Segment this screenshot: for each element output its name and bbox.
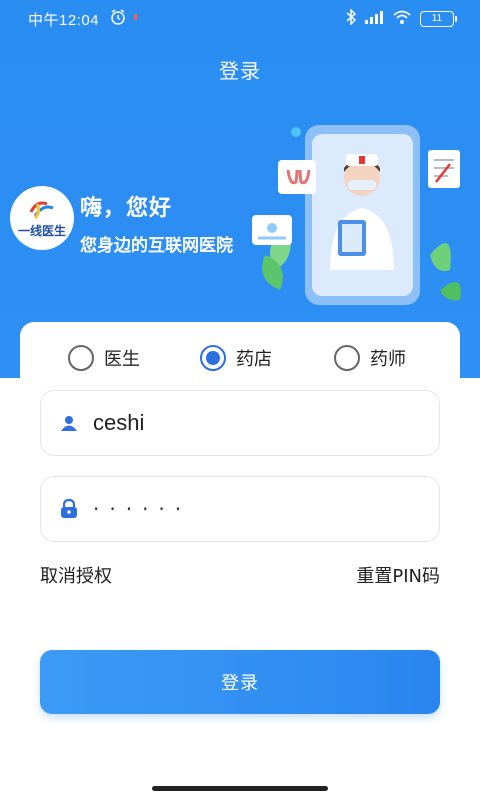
login-card: 医生 药店 药师 ceshi ······ 取消授权 重置PIN码 登录 <box>20 322 460 782</box>
logo-text: 一线医生 <box>17 223 66 238</box>
subtitle-text: 您身边的互联网医院 <box>80 236 233 256</box>
lock-icon <box>59 499 79 519</box>
app-logo: 一线医生 <box>10 186 74 250</box>
nurse-illustration <box>250 120 470 310</box>
logo-mark-icon <box>29 201 54 219</box>
role-label-pharmacist: 药师 <box>370 349 406 370</box>
user-icon <box>59 413 79 433</box>
role-label-pharmacy: 药店 <box>236 349 272 370</box>
battery-icon: 11 <box>420 11 457 27</box>
radio-pharmacist[interactable] <box>334 345 360 371</box>
alarm-icon <box>110 8 144 30</box>
username-field[interactable]: ceshi <box>40 390 440 456</box>
page-title: 登录 <box>219 59 261 83</box>
signal-icon <box>364 9 384 29</box>
wifi-icon <box>392 9 412 29</box>
password-value: ······ <box>93 497 192 521</box>
radio-pharmacy[interactable] <box>200 345 226 371</box>
radio-doctor[interactable] <box>68 345 94 371</box>
reset-pin-link[interactable]: 重置PIN码 <box>356 562 440 588</box>
role-option-doctor[interactable]: 医生 <box>68 338 140 378</box>
status-time: 中午12:04 <box>28 12 100 29</box>
username-value: ceshi <box>93 410 145 435</box>
role-option-pharmacy[interactable]: 药店 <box>200 338 272 378</box>
role-label-doctor: 医生 <box>104 349 140 370</box>
bluetooth-icon <box>346 8 357 29</box>
login-button[interactable]: 登录 <box>40 650 440 714</box>
status-bar: 中午12:04 11 <box>0 0 480 36</box>
home-indicator <box>152 786 328 791</box>
password-field[interactable]: ······ <box>40 476 440 542</box>
cancel-authorization-link[interactable]: 取消授权 <box>40 562 112 588</box>
role-selector: 医生 药店 药师 <box>20 338 460 378</box>
greeting-text: 嗨，您好 <box>80 196 173 221</box>
role-option-pharmacist[interactable]: 药师 <box>334 338 406 378</box>
